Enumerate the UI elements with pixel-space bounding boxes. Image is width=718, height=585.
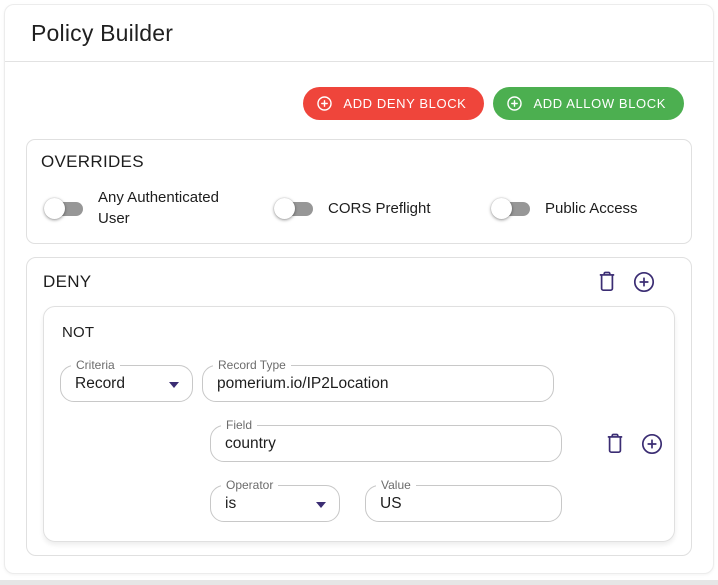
delete-deny-block-button[interactable] <box>595 270 619 294</box>
delete-condition-button[interactable] <box>603 432 627 456</box>
condition-group-label: NOT <box>62 324 95 341</box>
condition-group: NOT Criteria Record Record Type pomerium… <box>43 306 675 542</box>
overrides-section: OVERRIDES Any Authenticated User CORS Pr… <box>26 139 692 244</box>
value-label: Value <box>376 478 416 493</box>
criteria-select-value: Record <box>75 374 125 392</box>
circled-plus-icon <box>506 95 523 112</box>
toggle-cors-preflight: CORS Preflight <box>274 187 492 229</box>
trash-icon <box>595 270 619 294</box>
field-row: Field <box>60 418 663 462</box>
criteria-select-label: Criteria <box>71 358 120 373</box>
trash-icon <box>603 432 627 456</box>
toggle-label: CORS Preflight <box>328 199 431 217</box>
cors-preflight-switch[interactable] <box>274 197 313 219</box>
toggle-label: Any Authenticated User <box>98 189 219 227</box>
criteria-select[interactable]: Criteria Record <box>60 358 193 402</box>
field-label: Field <box>221 418 258 433</box>
page-title: Policy Builder <box>31 19 174 46</box>
field-fieldbox: Field <box>210 418 562 462</box>
add-deny-block-button[interactable]: ADD DENY BLOCK <box>303 87 485 120</box>
operator-select-label: Operator <box>221 478 279 493</box>
toggle-public-access: Public Access <box>491 187 638 229</box>
add-allow-block-label: ADD ALLOW BLOCK <box>533 96 666 111</box>
field-input[interactable] <box>211 434 561 453</box>
criteria-row: Criteria Record Record Type <box>60 358 658 402</box>
policy-builder-panel: Policy Builder ADD DENY BLOCK ADD ALLOW … <box>4 4 714 574</box>
operator-row: Operator is Value <box>60 478 658 522</box>
add-deny-block-label: ADD DENY BLOCK <box>343 96 467 111</box>
add-condition-group-button[interactable] <box>632 270 656 294</box>
public-access-switch[interactable] <box>491 197 530 219</box>
switch-thumb <box>44 197 65 219</box>
deny-block: DENY NOT Criteria Record Record Type pom… <box>26 257 692 556</box>
operator-select-value: is <box>225 494 237 512</box>
circled-plus-icon <box>316 95 333 112</box>
deny-block-header: DENY <box>27 270 691 294</box>
toggle-any-authenticated-user: Any Authenticated User <box>44 187 275 229</box>
circled-plus-icon <box>632 270 656 294</box>
operator-select[interactable]: Operator is <box>210 478 340 522</box>
value-fieldbox: Value <box>365 478 562 522</box>
page-bottom-edge <box>0 580 718 585</box>
any-authenticated-user-switch[interactable] <box>44 197 83 219</box>
panel-header: Policy Builder <box>5 5 713 62</box>
panel-content: ADD DENY BLOCK ADD ALLOW BLOCK OVERRIDES <box>5 62 713 556</box>
switch-thumb <box>491 197 512 219</box>
record-type-fieldbox: Record Type <box>202 358 554 402</box>
circled-plus-icon <box>640 432 664 456</box>
deny-block-title: DENY <box>43 272 92 291</box>
add-condition-button[interactable] <box>640 432 664 456</box>
value-input[interactable] <box>366 494 561 513</box>
add-allow-block-button[interactable]: ADD ALLOW BLOCK <box>493 87 684 120</box>
caret-down-icon <box>169 381 179 388</box>
record-type-input[interactable] <box>203 374 553 393</box>
caret-down-icon <box>316 501 326 508</box>
switch-thumb <box>274 197 295 219</box>
overrides-title: OVERRIDES <box>41 152 144 171</box>
overrides-toggle-row: Any Authenticated User CORS Preflight Pu… <box>41 187 677 229</box>
condition-actions <box>603 432 664 456</box>
block-button-row: ADD DENY BLOCK ADD ALLOW BLOCK <box>26 87 684 120</box>
record-type-label: Record Type <box>213 358 291 373</box>
toggle-label: Public Access <box>545 199 638 217</box>
deny-block-actions <box>595 270 656 294</box>
